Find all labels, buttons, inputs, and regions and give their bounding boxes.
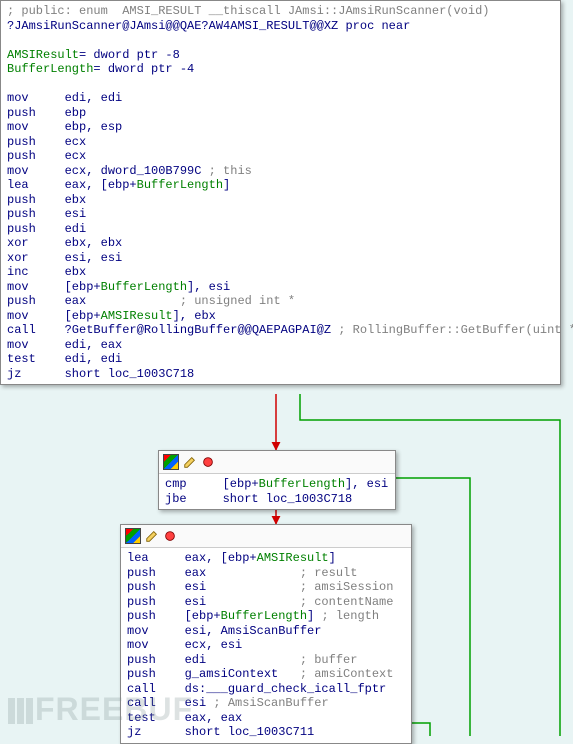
edit-icon[interactable] <box>183 455 197 469</box>
disasm-block-2-code: cmp [ebp+BufferLength], esi jbe short lo… <box>159 474 395 509</box>
block-toolbar <box>159 451 395 474</box>
edit-icon[interactable] <box>145 529 159 543</box>
color-icon[interactable] <box>163 454 179 470</box>
block-toolbar <box>121 525 411 548</box>
disasm-block-1[interactable]: ; public: enum AMSI_RESULT __thiscall JA… <box>0 0 561 385</box>
disasm-block-2[interactable]: cmp [ebp+BufferLength], esi jbe short lo… <box>158 450 396 510</box>
disasm-block-1-code: ; public: enum AMSI_RESULT __thiscall JA… <box>1 1 560 384</box>
color-icon[interactable] <box>125 528 141 544</box>
disasm-block-3[interactable]: lea eax, [ebp+AMSIResult] push eax ; res… <box>120 524 412 744</box>
breakpoint-icon[interactable] <box>201 455 215 469</box>
breakpoint-icon[interactable] <box>163 529 177 543</box>
disasm-block-3-code: lea eax, [ebp+AMSIResult] push eax ; res… <box>121 548 411 743</box>
